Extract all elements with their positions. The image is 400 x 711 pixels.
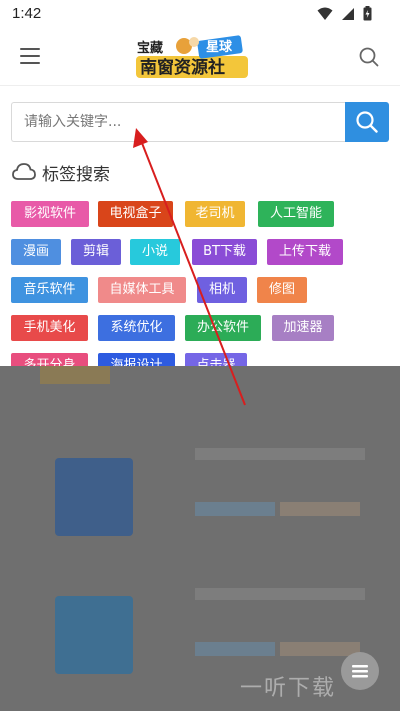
tag-0[interactable]: 影视软件 xyxy=(11,201,89,227)
search-bar xyxy=(11,102,389,142)
cloud-icon xyxy=(12,163,36,180)
search-button[interactable] xyxy=(345,102,389,142)
tag-12[interactable]: 修图 xyxy=(257,277,307,303)
tags-title: 标签搜索 xyxy=(42,164,110,185)
logo-text-left: 宝藏 xyxy=(137,40,163,56)
status-bar: 1:42 xyxy=(0,0,400,28)
list-menu-icon xyxy=(352,665,368,678)
hamburger-menu-icon[interactable] xyxy=(20,46,42,66)
list-item xyxy=(195,642,275,656)
search-input[interactable] xyxy=(11,102,345,142)
logo-text-right: 星球 xyxy=(206,39,233,55)
tag-9[interactable]: 音乐软件 xyxy=(11,277,88,303)
battery-icon xyxy=(363,6,372,21)
tag-1[interactable]: 电视盒子 xyxy=(98,201,173,227)
tag-6[interactable]: 小说 xyxy=(130,239,180,265)
list-item xyxy=(195,588,365,600)
status-icons xyxy=(317,6,372,21)
tag-16[interactable]: 加速器 xyxy=(272,315,334,341)
floating-menu-button[interactable] xyxy=(341,652,379,690)
list-item xyxy=(280,502,360,516)
tag-14[interactable]: 系统优化 xyxy=(98,315,175,341)
list-item xyxy=(195,502,275,516)
logo-text-main: 南窗资源社 xyxy=(140,57,225,78)
list-item-thumbnail xyxy=(55,596,133,674)
app-header: 宝藏 星球 南窗资源社 xyxy=(0,28,400,86)
dimmed-content xyxy=(0,366,400,711)
tag-10[interactable]: 自媒体工具 xyxy=(98,277,186,303)
list-item xyxy=(280,642,360,656)
status-time: 1:42 xyxy=(12,5,42,22)
tag-5[interactable]: 剪辑 xyxy=(71,239,121,265)
wifi-icon xyxy=(317,7,333,20)
tag-8[interactable]: 上传下载 xyxy=(267,239,343,265)
tag-4[interactable]: 漫画 xyxy=(11,239,61,265)
logo-graphic: 宝藏 星球 南窗资源社 xyxy=(136,35,248,78)
search-icon[interactable] xyxy=(358,46,380,68)
tag-15[interactable]: 办公软件 xyxy=(185,315,261,341)
site-logo[interactable]: 宝藏 星球 南窗资源社 xyxy=(132,34,256,82)
list-item-thumbnail xyxy=(55,458,133,536)
tags-header: 标签搜索 xyxy=(12,160,110,185)
list-item xyxy=(40,366,110,384)
tag-2[interactable]: 老司机 xyxy=(185,201,245,227)
tag-7[interactable]: BT下载 xyxy=(192,239,257,265)
search-icon xyxy=(356,111,378,133)
tag-13[interactable]: 手机美化 xyxy=(11,315,88,341)
tag-3[interactable]: 人工智能 xyxy=(258,201,334,227)
watermark: 一听下载 xyxy=(240,676,337,701)
signal-icon xyxy=(342,7,354,20)
list-item xyxy=(195,448,365,460)
tag-11[interactable]: 相机 xyxy=(197,277,247,303)
